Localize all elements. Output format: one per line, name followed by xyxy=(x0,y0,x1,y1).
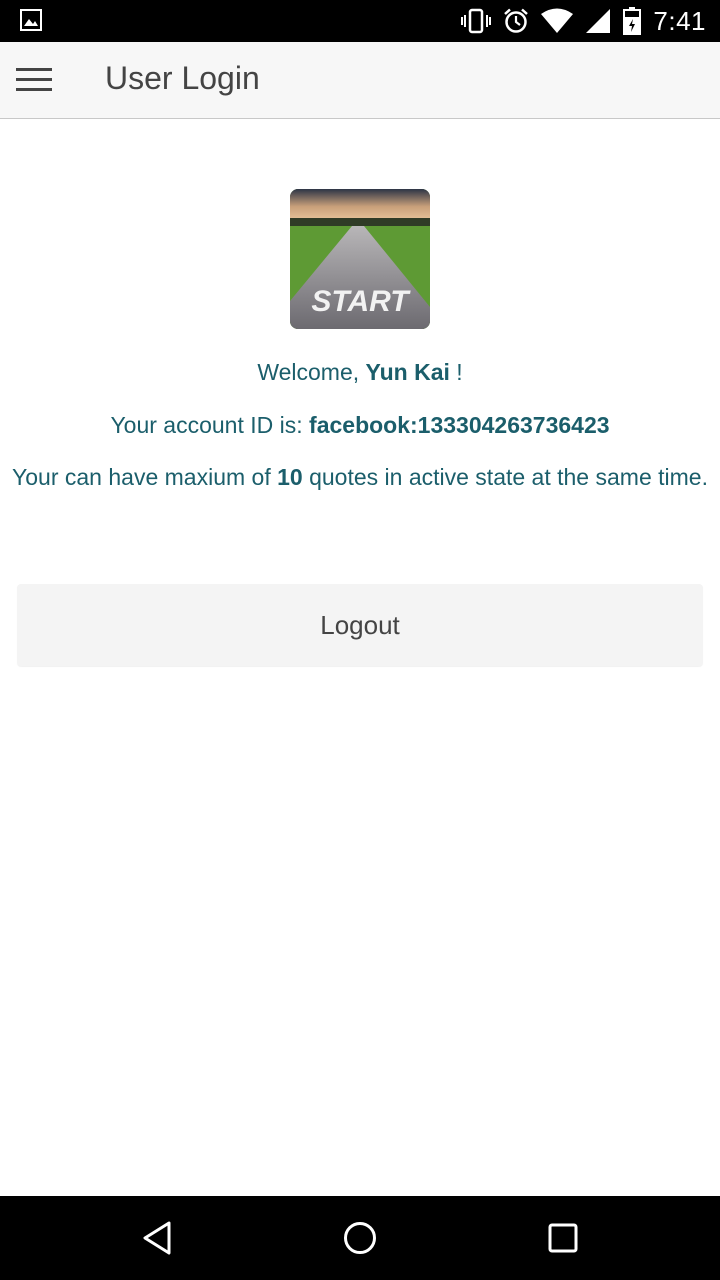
user-name: Yun Kai xyxy=(365,359,450,385)
system-nav-bar xyxy=(0,1196,720,1280)
welcome-suffix: ! xyxy=(449,359,463,385)
wifi-icon xyxy=(541,8,574,33)
quota-prefix: Your can have maxium of xyxy=(12,464,278,490)
account-id-message: Your account ID is: facebook:13330426373… xyxy=(0,408,720,443)
status-icons: 7:41 xyxy=(449,0,706,42)
status-time: 7:41 xyxy=(653,5,706,36)
account-id-value: facebook:133304263736423 xyxy=(309,412,610,438)
welcome-prefix: Welcome, xyxy=(257,359,366,385)
quota-message: Your can have maxium of 10 quotes in act… xyxy=(10,460,710,495)
quota-suffix: quotes in active state at the same time. xyxy=(302,464,708,490)
avatar: START xyxy=(290,189,430,329)
back-icon[interactable] xyxy=(139,1218,179,1258)
home-icon[interactable] xyxy=(340,1218,380,1258)
battery-icon xyxy=(623,7,642,35)
vibrate-icon xyxy=(461,8,492,34)
status-bar: 7:41 xyxy=(0,0,720,42)
avatar-image: START xyxy=(290,189,430,329)
image-notification-icon xyxy=(20,9,42,31)
alarm-icon xyxy=(504,8,529,33)
app-bar: User Login xyxy=(0,42,720,119)
quota-count: 10 xyxy=(277,464,303,490)
hamburger-menu-icon[interactable] xyxy=(16,66,52,94)
welcome-message: Welcome, Yun Kai ! xyxy=(0,355,720,390)
avatar-caption: START xyxy=(311,285,411,318)
account-id-label: Your account ID is: xyxy=(110,412,310,438)
recent-apps-icon[interactable] xyxy=(543,1218,583,1258)
page-title: User Login xyxy=(105,60,260,96)
logout-button[interactable]: Logout xyxy=(17,584,703,666)
cell-signal-icon xyxy=(586,9,611,33)
